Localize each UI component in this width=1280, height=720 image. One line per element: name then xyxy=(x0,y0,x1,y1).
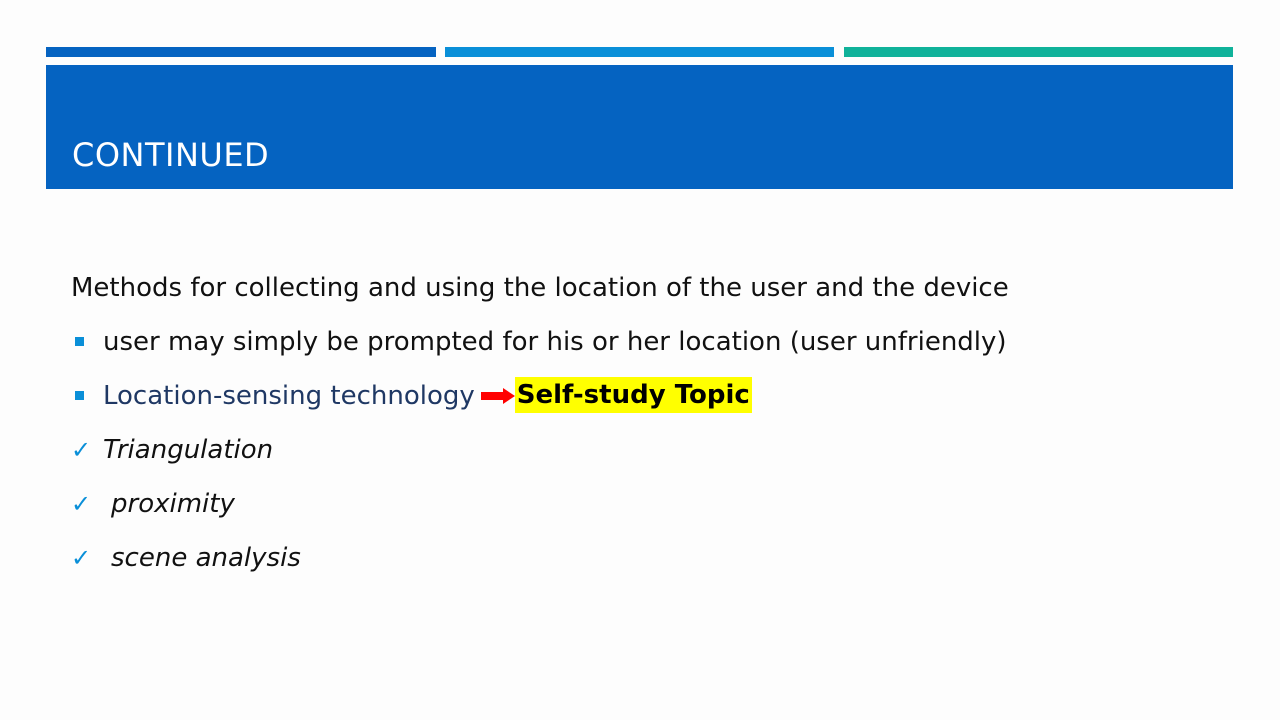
bullet-text: Location-sensing technology xyxy=(103,381,475,411)
accent-bar-light-blue xyxy=(445,47,834,57)
checkmark-icon: ✓ xyxy=(71,490,92,518)
accent-bar-dark-blue xyxy=(46,47,436,57)
check-text: proximity xyxy=(111,489,235,519)
accent-bar-teal xyxy=(844,47,1233,57)
intro-text: Methods for collecting and using the loc… xyxy=(71,273,1009,303)
self-study-highlight: Self-study Topic xyxy=(514,377,752,413)
check-text: Triangulation xyxy=(103,435,274,465)
bullet-text: user may simply be prompted for his or h… xyxy=(103,327,1007,357)
square-bullet-icon xyxy=(75,337,84,346)
slide: CONTINUED Methods for collecting and usi… xyxy=(0,0,1280,720)
title-band: CONTINUED xyxy=(46,65,1233,189)
square-bullet-icon xyxy=(75,391,84,400)
checkmark-icon: ✓ xyxy=(71,544,92,572)
bullet-content: Location-sensing technology Self-study To… xyxy=(103,374,752,418)
checkmark-icon: ✓ xyxy=(71,436,92,464)
right-arrow-icon xyxy=(480,374,515,418)
slide-title: CONTINUED xyxy=(72,136,270,174)
check-text: scene analysis xyxy=(111,543,301,573)
